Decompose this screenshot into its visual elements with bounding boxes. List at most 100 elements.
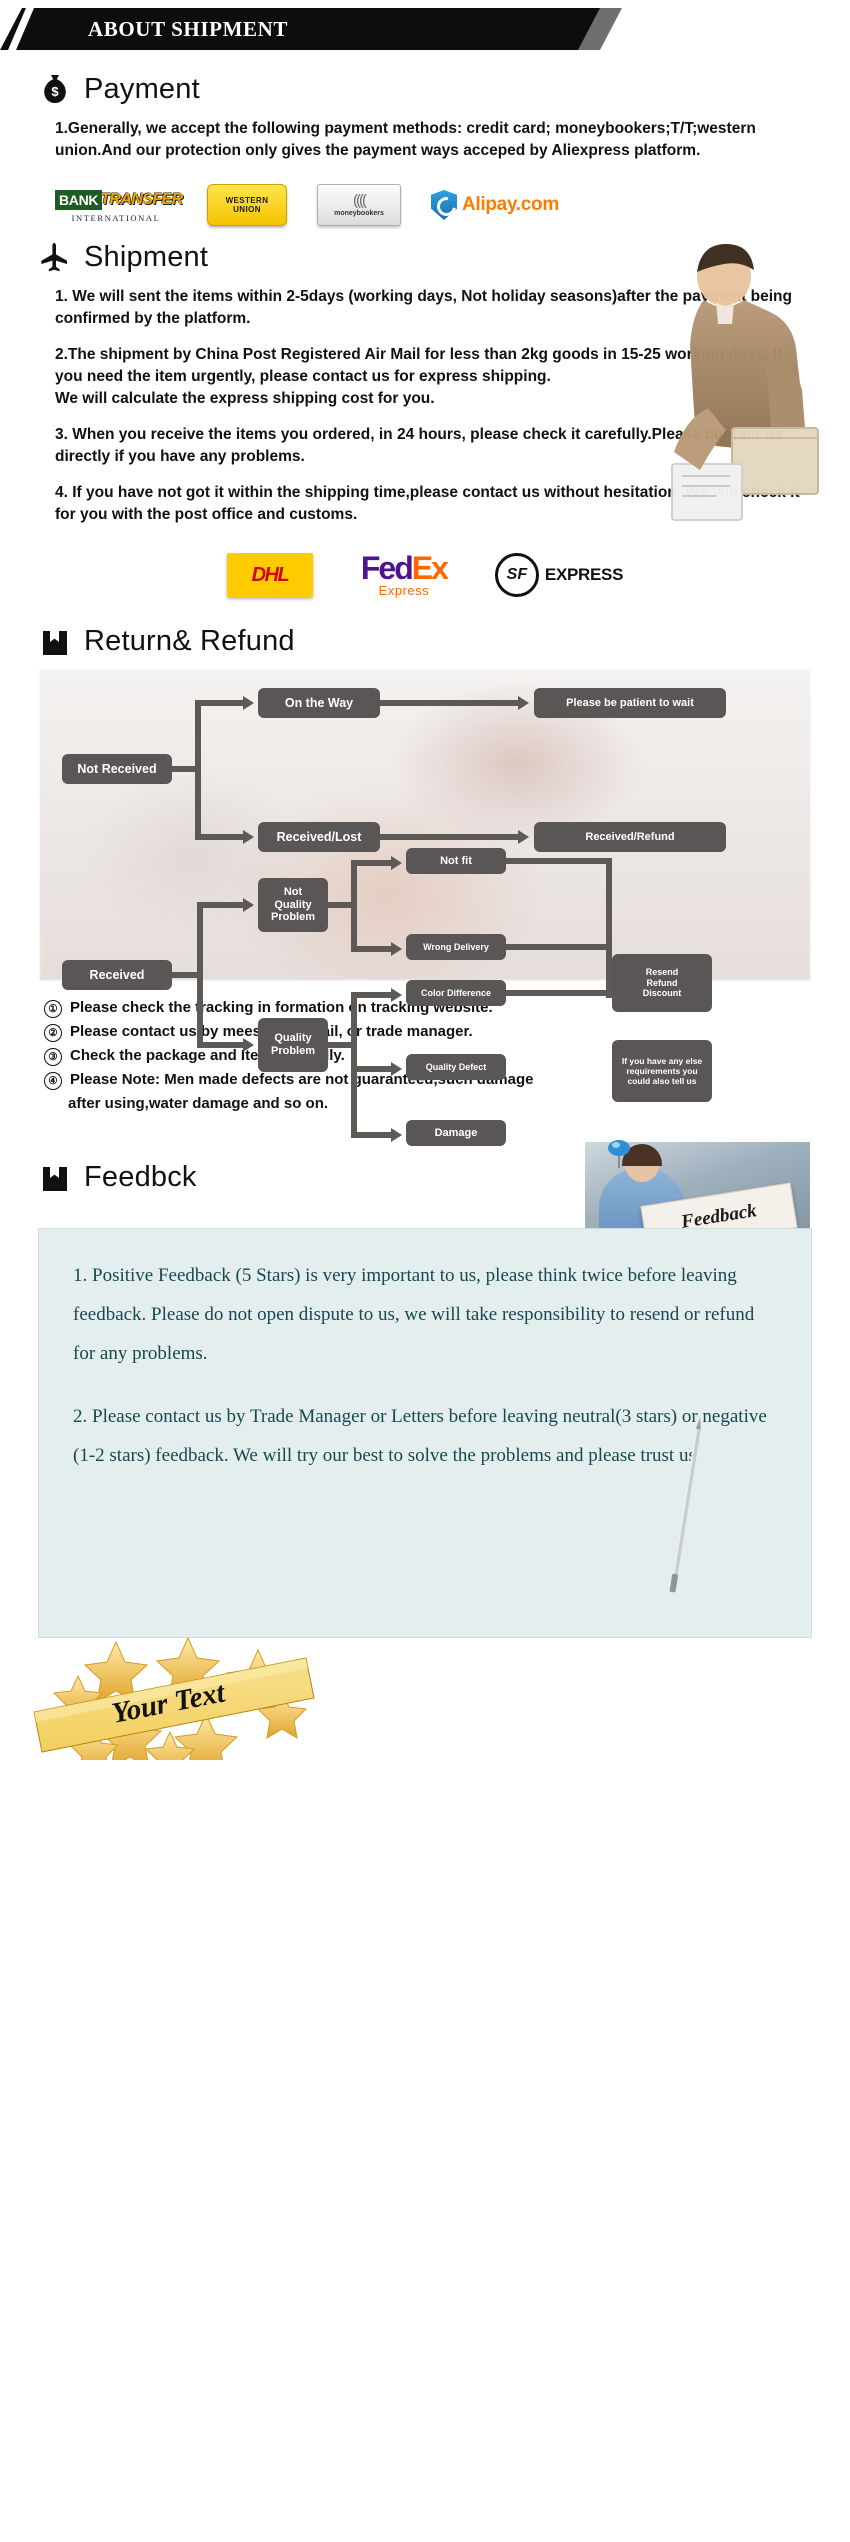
flow-node-resend-refund-discount: Resend Refund Discount <box>612 954 712 1012</box>
returns-heading-label: Return& Refund <box>84 624 295 657</box>
express-carriers-row: DHL FedEx Express SF EXPRESS <box>0 552 850 598</box>
western-union-line2: UNION <box>233 205 261 214</box>
flow-connector <box>351 1066 393 1072</box>
moneybookers-logo: (((( moneybookers <box>317 184 401 226</box>
list-number: ① <box>44 1000 62 1018</box>
money-bag-icon: $ <box>38 72 72 106</box>
return-box-icon <box>38 624 72 658</box>
sf-express-label: EXPRESS <box>544 565 624 584</box>
flow-arrow <box>243 830 254 844</box>
returns-section-heading: Return& Refund <box>38 624 850 658</box>
fedex-label-fed: Fed <box>360 550 414 586</box>
page-title: ABOUT SHIPMENT <box>88 16 288 41</box>
flow-connector <box>351 992 393 998</box>
shipment-paragraph-2: 2.The shipment by China Post Registered … <box>55 346 783 385</box>
flow-connector <box>506 990 612 996</box>
shipment-paragraph-2b: We will calculate the express shipping c… <box>55 390 435 407</box>
fedex-label-ex: Ex <box>411 550 449 586</box>
flow-connector <box>506 858 612 864</box>
fedex-logo: FedEx Express <box>360 550 449 598</box>
payment-paragraph: 1.Generally, we accept the following pay… <box>55 120 756 159</box>
flow-connector <box>351 946 393 952</box>
flow-connector <box>197 1042 245 1048</box>
flow-arrow <box>391 1062 402 1076</box>
feedback-section: Feedback Feedbck 1. Positive Feedback (5… <box>0 1140 850 1638</box>
moneybookers-label: moneybookers <box>334 210 384 217</box>
alipay-shield-icon <box>431 190 457 220</box>
shipment-section: Shipment 1. We will sent the items withi… <box>0 240 850 598</box>
feedback-heading-label: Feedbck <box>84 1160 197 1193</box>
flow-arrow <box>391 988 402 1002</box>
bank-transfer-logo-sub: INTERNATIONAL <box>71 212 161 223</box>
flow-node-be-patient: Please be patient to wait <box>534 688 726 718</box>
shipment-paragraph-3: 3. When you receive the items you ordere… <box>55 426 783 465</box>
flow-node-received: Received <box>62 960 172 990</box>
flow-connector <box>172 972 200 978</box>
flow-connector <box>380 834 520 840</box>
flow-arrow <box>391 942 402 956</box>
sf-express-logo: SF EXPRESS <box>494 553 624 597</box>
flow-connector <box>351 860 393 866</box>
flow-arrow <box>518 696 529 710</box>
flow-arrow <box>243 898 254 912</box>
flow-arrow <box>243 696 254 710</box>
payment-text-block: 1.Generally, we accept the following pay… <box>55 118 810 162</box>
feedback-paragraph-1: 1. Positive Feedback (5 Stars) is very i… <box>73 1265 755 1364</box>
flow-node-not-quality-problem: Not Quality Problem <box>258 878 328 932</box>
shipment-heading-label: Shipment <box>84 240 209 273</box>
flow-arrow <box>391 856 402 870</box>
payment-logos-row: BANK TRANSFER INTERNATIONAL WESTERN UNIO… <box>55 184 850 226</box>
your-text-ribbon: Your Text <box>33 1636 315 1760</box>
flow-connector <box>506 944 612 950</box>
alipay-logo: Alipay.com <box>431 190 559 220</box>
flow-connector <box>195 834 245 840</box>
flow-node-not-received: Not Received <box>62 754 172 784</box>
flow-node-quality-problem: Quality Problem <box>258 1018 328 1072</box>
flow-node-color-difference: Color Difference <box>406 980 506 1006</box>
flow-connector <box>380 700 520 706</box>
flow-connector <box>197 902 203 1048</box>
bank-transfer-logo-transfer: TRANSFER <box>100 190 183 208</box>
flow-node-wrong-delivery: Wrong Delivery <box>406 934 506 960</box>
svg-text:$: $ <box>51 84 59 99</box>
page-banner: ABOUT SHIPMENT <box>0 0 850 58</box>
shipment-text-block: 1. We will sent the items within 2-5days… <box>55 286 810 526</box>
airplane-icon <box>38 240 72 274</box>
returns-flowchart: Not Received On the Way Received/Lost Pl… <box>40 670 810 1146</box>
flow-node-received-refund: Received/Refund <box>534 822 726 852</box>
sf-express-mark: SF <box>494 553 539 597</box>
list-number: ④ <box>44 1072 62 1090</box>
bank-transfer-logo-bank: BANK <box>55 189 103 210</box>
flow-connector <box>197 902 245 908</box>
feedback-panel: 1. Positive Feedback (5 Stars) is very i… <box>38 1228 812 1638</box>
moneybookers-arcs-icon: (((( <box>353 192 367 209</box>
shipment-paragraph-1: 1. We will sent the items within 2-5days… <box>55 288 792 327</box>
western-union-logo: WESTERN UNION <box>207 184 287 226</box>
shipment-paragraph-4: 4. If you have not got it within the shi… <box>55 484 800 523</box>
flow-arrow <box>243 1038 254 1052</box>
dhl-logo: DHL <box>226 553 313 597</box>
banner-shape: ABOUT SHIPMENT <box>0 8 620 50</box>
flow-node-damage: Damage <box>406 1120 506 1146</box>
flow-connector <box>195 700 245 706</box>
payment-section-heading: $ Payment <box>38 72 850 106</box>
flow-node-not-fit: Not fit <box>406 848 506 874</box>
flow-node-quality-defect: Quality Defect <box>406 1054 506 1080</box>
flow-node-else-requirements: If you have any else requirements you co… <box>612 1040 712 1102</box>
payment-heading-label: Payment <box>84 72 200 105</box>
list-number: ③ <box>44 1048 62 1066</box>
list-number: ② <box>44 1024 62 1042</box>
feedback-box-icon <box>38 1160 72 1194</box>
feedback-paragraph-2: 2. Please contact us by Trade Manager or… <box>73 1405 767 1466</box>
flow-connector <box>351 992 357 1138</box>
bottom-ribbon-area: Your Text <box>0 1632 850 1760</box>
pushpin-icon <box>608 1140 630 1168</box>
western-union-line1: WESTERN <box>225 196 269 205</box>
bank-transfer-logo: BANK TRANSFER INTERNATIONAL <box>55 187 183 223</box>
flow-connector <box>195 700 201 840</box>
about-shipment-page: ABOUT SHIPMENT $ Payment 1.Generally, we… <box>0 0 850 2542</box>
fedex-sublabel: Express <box>378 583 430 598</box>
flow-arrow <box>518 830 529 844</box>
flow-connector <box>351 860 357 952</box>
flow-connector <box>351 1132 393 1138</box>
